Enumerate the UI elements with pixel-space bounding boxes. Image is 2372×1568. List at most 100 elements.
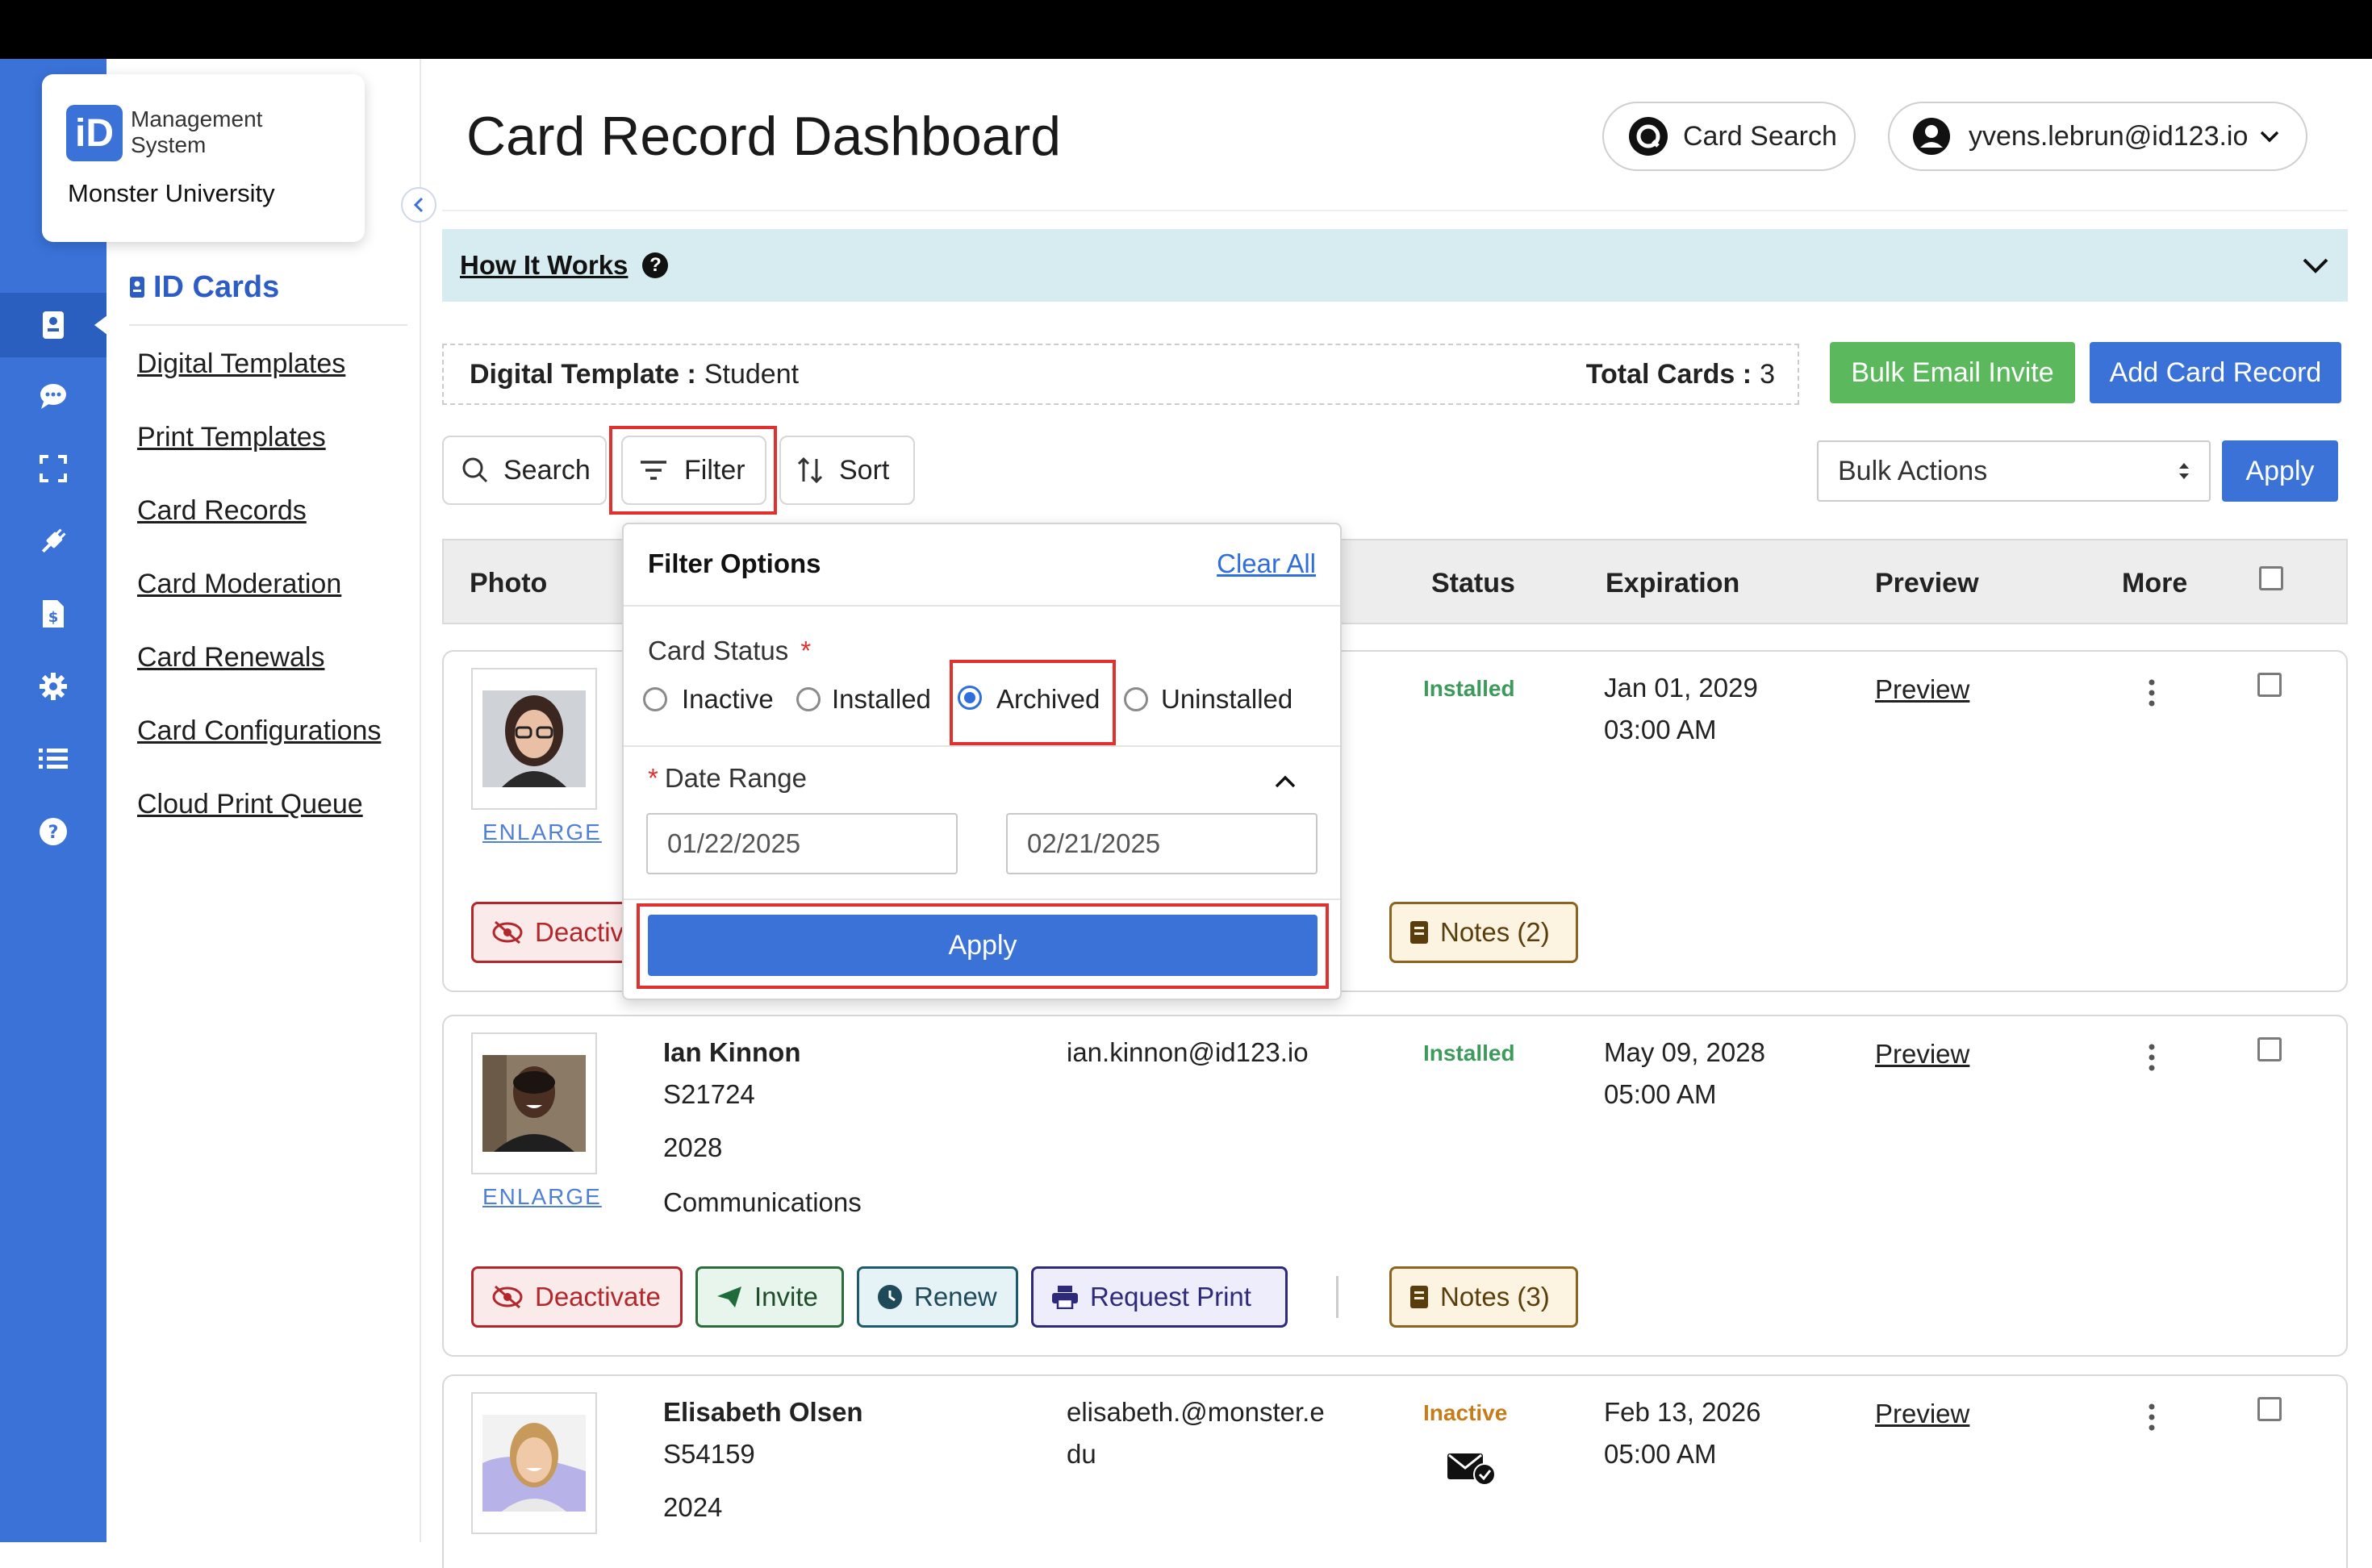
- status-radio-installed[interactable]: [796, 687, 821, 711]
- invite-button[interactable]: Invite: [695, 1266, 844, 1328]
- search-button[interactable]: Search: [442, 436, 607, 505]
- billing-doc-icon[interactable]: $: [0, 582, 106, 646]
- header-divider: [442, 210, 2348, 211]
- sidebar-item-cloud-print-queue[interactable]: Cloud Print Queue: [137, 789, 363, 820]
- preview-link[interactable]: Preview: [1875, 1039, 1969, 1070]
- filter-options-popover: Filter Options Clear All Card Status * I…: [622, 523, 1342, 1000]
- clock-icon: [878, 1285, 902, 1309]
- more-options-icon[interactable]: [2148, 679, 2156, 707]
- page-title: Card Record Dashboard: [466, 106, 1062, 167]
- row-select-checkbox[interactable]: [2257, 673, 2282, 697]
- sidebar-item-card-renewals[interactable]: Card Renewals: [137, 642, 324, 673]
- deactivate-button[interactable]: Deactivate: [471, 1266, 683, 1328]
- status-radio-uninstalled[interactable]: [1124, 687, 1148, 711]
- select-all-checkbox[interactable]: [2259, 566, 2283, 590]
- cardholder-name: Elisabeth Olsen: [663, 1397, 863, 1427]
- bulk-email-invite-button[interactable]: Bulk Email Invite: [1830, 342, 2075, 403]
- sidebar-item-card-moderation[interactable]: Card Moderation: [137, 569, 341, 600]
- preview-link[interactable]: Preview: [1875, 1399, 1969, 1429]
- bulk-apply-button[interactable]: Apply: [2222, 440, 2338, 502]
- status-option-inactive[interactable]: Inactive: [682, 684, 774, 715]
- expiration-time: 05:00 AM: [1604, 1439, 1717, 1469]
- notes-button[interactable]: Notes (2): [1389, 902, 1578, 963]
- date-from-input[interactable]: 01/22/2025: [646, 813, 958, 874]
- id-card-nav-icon[interactable]: [0, 293, 107, 357]
- how-it-works-panel[interactable]: How It Works ?: [442, 229, 2348, 302]
- sort-label: Sort: [839, 454, 890, 486]
- more-options-icon[interactable]: [2148, 1403, 2156, 1431]
- column-status[interactable]: Status: [1431, 568, 1515, 599]
- enlarge-link[interactable]: ENLARGE: [482, 1184, 602, 1210]
- chevron-up-icon[interactable]: [1274, 774, 1297, 789]
- notes-button[interactable]: Notes (3): [1389, 1266, 1578, 1328]
- required-mark: *: [648, 763, 658, 793]
- status-option-installed[interactable]: Installed: [832, 684, 931, 715]
- printer-icon: [1052, 1286, 1078, 1309]
- preview-link[interactable]: Preview: [1875, 674, 1969, 705]
- sidebar-item-print-templates[interactable]: Print Templates: [137, 422, 326, 453]
- sort-button[interactable]: Sort: [779, 436, 915, 505]
- status-option-uninstalled[interactable]: Uninstalled: [1161, 684, 1292, 715]
- settings-gear-icon[interactable]: [0, 654, 106, 719]
- template-label: Digital Template :: [470, 358, 696, 390]
- chevron-left-icon: [413, 197, 424, 213]
- user-avatar-icon: [1913, 118, 1950, 155]
- renew-label: Renew: [914, 1282, 997, 1312]
- filter-highlight: [609, 426, 777, 515]
- date-to-input[interactable]: 02/21/2025: [1006, 813, 1318, 874]
- notes-label: Notes (2): [1440, 917, 1550, 947]
- send-icon: [717, 1287, 741, 1307]
- apply-highlight: [637, 903, 1329, 989]
- expiration-time: 03:00 AM: [1604, 715, 1717, 744]
- more-options-icon[interactable]: [2148, 1044, 2156, 1071]
- chat-icon[interactable]: [0, 364, 106, 428]
- enlarge-link[interactable]: ENLARGE: [482, 819, 602, 845]
- how-it-works-label[interactable]: How It Works: [460, 250, 628, 281]
- sort-arrows-icon: [797, 457, 823, 484]
- total-cards-value: 3: [1760, 358, 1775, 390]
- notes-icon: [1410, 1286, 1428, 1308]
- scan-frame-icon[interactable]: [0, 436, 106, 501]
- brand-logo: iD: [66, 105, 123, 161]
- card-search-button[interactable]: Card Search: [1602, 102, 1856, 171]
- help-circle-icon[interactable]: ?: [642, 252, 669, 278]
- total-cards-label: Total Cards :: [1585, 358, 1752, 390]
- status-badge: Installed: [1423, 676, 1515, 701]
- sidebar-item-digital-templates[interactable]: Digital Templates: [137, 348, 345, 380]
- eye-slash-icon: [492, 1285, 523, 1309]
- deactivate-button[interactable]: Deactiv: [471, 902, 633, 963]
- add-card-record-button[interactable]: Add Card Record: [2090, 342, 2341, 403]
- column-expiration[interactable]: Expiration: [1606, 568, 1739, 599]
- divider: [129, 324, 407, 326]
- sidebar-item-card-records[interactable]: Card Records: [137, 495, 307, 527]
- row-select-checkbox[interactable]: [2257, 1397, 2282, 1421]
- help-icon[interactable]: ?: [0, 799, 106, 864]
- sidebar-item-card-configurations[interactable]: Card Configurations: [137, 715, 381, 747]
- archived-highlight: [950, 660, 1116, 745]
- notes-icon: [1410, 921, 1428, 944]
- clear-all-link[interactable]: Clear All: [1217, 548, 1316, 579]
- deactivate-label: Deactivate: [535, 1282, 661, 1312]
- date-range-label: * Date Range: [648, 763, 807, 794]
- cardholder-year: 2028: [663, 1132, 723, 1162]
- invite-label: Invite: [754, 1282, 818, 1312]
- card-photo: [471, 1392, 597, 1534]
- brand-product-name: Management System: [131, 106, 262, 158]
- deactivate-label: Deactiv: [535, 917, 624, 947]
- list-icon[interactable]: [0, 727, 106, 791]
- cardholder-id: S54159: [663, 1439, 755, 1469]
- request-print-button[interactable]: Request Print: [1031, 1266, 1288, 1328]
- status-radio-inactive[interactable]: [643, 687, 667, 711]
- expiration-time: 05:00 AM: [1604, 1079, 1717, 1109]
- card-search-label: Card Search: [1683, 120, 1837, 152]
- sidebar-section-id-cards[interactable]: ID Cards: [129, 270, 279, 305]
- plug-icon[interactable]: [0, 509, 106, 573]
- bulk-actions-select[interactable]: Bulk Actions: [1817, 440, 2211, 502]
- expiration-date: Feb 13, 2026: [1604, 1397, 1761, 1427]
- collapse-sidebar-button[interactable]: [401, 187, 436, 223]
- row-select-checkbox[interactable]: [2257, 1037, 2282, 1061]
- user-menu[interactable]: yvens.lebrun@id123.io: [1888, 102, 2307, 171]
- renew-button[interactable]: Renew: [857, 1266, 1018, 1328]
- date-range-text: Date Range: [664, 763, 807, 793]
- column-preview: Preview: [1875, 568, 1979, 598]
